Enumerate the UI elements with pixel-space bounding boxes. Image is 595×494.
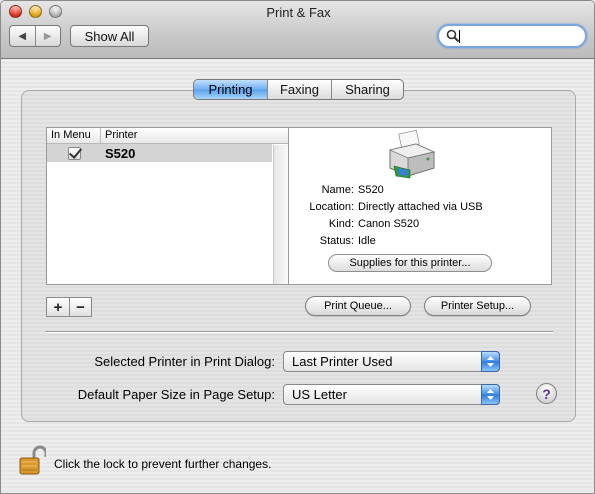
status-label: Status: (319, 235, 354, 247)
selected-printer-value: Last Printer Used (292, 354, 393, 369)
title-bar: Print & Fax ◀ ▶ Show All (1, 1, 594, 59)
window-title: Print & Fax (266, 5, 331, 20)
tab-bar: Printing Faxing Sharing (193, 79, 404, 100)
search-field[interactable] (437, 24, 587, 48)
selected-printer-popup[interactable]: Last Printer Used (283, 351, 500, 372)
info-row-name: Name: S520 (289, 182, 553, 199)
popup-arrows-icon (481, 384, 500, 405)
printer-info: Name: S520 Location: Directly attached v… (289, 182, 553, 250)
search-icon (446, 29, 460, 43)
in-menu-checkbox[interactable] (67, 146, 81, 160)
info-row-location: Location: Directly attached via USB (289, 199, 553, 216)
printer-list-scrollbar[interactable] (273, 145, 288, 284)
back-forward-control: ◀ ▶ (9, 25, 61, 47)
column-header-in-menu[interactable]: In Menu (47, 128, 101, 143)
status-value: Idle (358, 235, 376, 247)
printer-icon (388, 130, 436, 179)
tab-printing[interactable]: Printing (194, 80, 267, 99)
lock-open-icon[interactable] (18, 445, 46, 477)
supplies-button[interactable]: Supplies for this printer... (328, 254, 492, 272)
name-value: S520 (358, 184, 384, 196)
printing-tab-panel: In Menu Printer S520 Name: S520 Location… (21, 90, 576, 422)
location-value: Directly attached via USB (358, 201, 483, 213)
paper-size-popup[interactable]: US Letter (283, 384, 500, 405)
in-menu-cell (47, 146, 101, 160)
selected-printer-label: Selected Printer in Print Dialog: (94, 354, 275, 369)
printer-setup-button[interactable]: Printer Setup... (424, 296, 531, 316)
info-row-kind: Kind: Canon S520 (289, 216, 553, 233)
preference-pane: Printing Faxing Sharing In Menu Printer … (1, 60, 594, 493)
back-button[interactable]: ◀ (10, 26, 35, 46)
print-fax-window: Print & Fax ◀ ▶ Show All Printing Faxing… (0, 0, 595, 494)
add-printer-button[interactable]: + (47, 298, 69, 316)
printer-list-header: In Menu Printer (47, 128, 288, 144)
tab-sharing[interactable]: Sharing (331, 80, 403, 99)
paper-size-label: Default Paper Size in Page Setup: (77, 387, 275, 402)
remove-printer-button[interactable]: − (69, 298, 91, 316)
help-button[interactable]: ? (536, 383, 557, 404)
popup-arrows-icon (481, 351, 500, 372)
kind-label: Kind: (328, 218, 354, 230)
printer-details: Name: S520 Location: Directly attached v… (288, 127, 552, 285)
lock-message: Click the lock to prevent further change… (54, 457, 272, 471)
printer-row[interactable]: S520 (47, 144, 272, 162)
column-header-printer[interactable]: Printer (101, 128, 288, 143)
info-row-status: Status: Idle (289, 233, 553, 250)
separator (45, 331, 553, 333)
forward-button[interactable]: ▶ (34, 26, 61, 46)
name-label: Name: (321, 184, 354, 196)
printer-name-cell: S520 (105, 145, 136, 161)
search-input[interactable] (460, 28, 580, 44)
printer-list: In Menu Printer S520 (46, 127, 289, 285)
print-queue-button[interactable]: Print Queue... (305, 296, 411, 316)
kind-value: Canon S520 (358, 218, 420, 230)
tab-faxing[interactable]: Faxing (267, 80, 331, 99)
add-remove-control: + − (46, 297, 92, 317)
location-label: Location: (309, 201, 354, 213)
paper-size-value: US Letter (292, 387, 347, 402)
show-all-button[interactable]: Show All (70, 25, 149, 47)
